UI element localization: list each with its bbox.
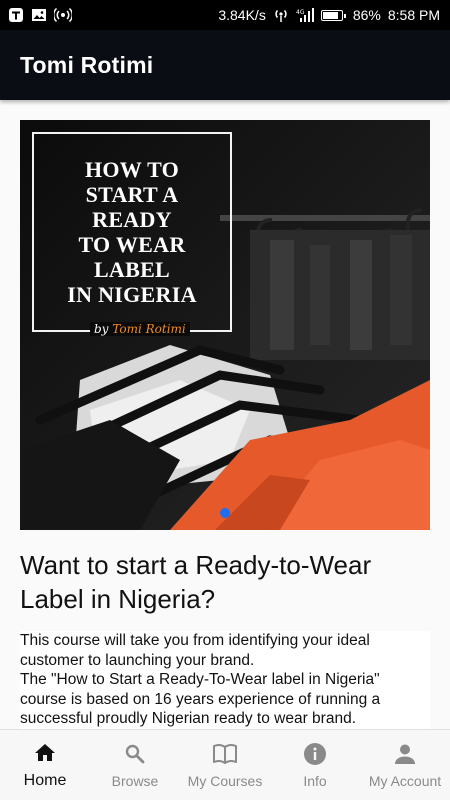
clock: 8:58 PM [387,7,440,23]
bottom-navigation: Home Browse My Courses Info My Account [0,729,450,800]
carousel-indicator-dot[interactable] [220,508,230,518]
image-title-line: TO WEAR [78,232,186,257]
nav-my-courses[interactable]: My Courses [180,730,270,800]
nav-my-account[interactable]: My Account [360,730,450,800]
status-left [8,7,72,23]
nav-info[interactable]: Info [270,730,360,800]
image-byline: by Tomi Rotimi [90,322,190,336]
signal-icon: 4G [296,7,314,23]
image-title-line: START A [85,182,179,207]
search-icon [122,741,148,767]
status-bar: 3.84K/s 4G 86% 8:58 PM [0,0,450,30]
course-title-frame: HOW TO START A READY TO WEAR LABEL IN NI… [32,132,232,332]
image-title-line: HOW TO [84,157,180,182]
course-image-carousel[interactable]: HOW TO START A READY TO WEAR LABEL IN NI… [20,120,430,530]
nav-home-label: Home [23,772,67,789]
image-title-line: IN NIGERIA [67,282,197,307]
network-speed: 3.84K/s [218,7,266,23]
course-headline: Want to start a Ready-to-Wear Label in N… [20,550,372,614]
app-bar: Tomi Rotimi [0,30,450,100]
app-title: Tomi Rotimi [20,51,154,78]
app-notification-icon [8,7,24,23]
course-description: This course will take you from identifyi… [20,631,430,729]
byline-name: Tomi Rotimi [112,322,186,336]
hotspot-icon [54,7,72,23]
nav-my-courses-label: My Courses [187,773,263,789]
image-title-line: READY [92,207,172,232]
wifi-hotspot-icon [273,7,289,23]
main-content[interactable]: HOW TO START A READY TO WEAR LABEL IN NI… [0,100,450,729]
nav-info-label: Info [303,773,327,789]
description-paragraph: This course will take you from identifyi… [20,632,370,669]
nav-browse-label: Browse [111,773,159,789]
battery-percent: 86% [352,7,381,23]
byline-prefix: by [94,322,109,336]
nav-home[interactable]: Home [0,730,90,800]
image-title-line: LABEL [93,257,171,282]
home-icon [32,740,58,766]
svg-text:4G: 4G [296,9,305,16]
book-icon [212,741,238,767]
person-icon [392,741,418,767]
status-right: 3.84K/s 4G 86% 8:58 PM [218,7,440,23]
description-paragraph: The "How to Start a Ready-To-Wear label … [20,671,381,727]
image-icon [31,7,47,23]
battery-icon [320,9,346,21]
nav-browse[interactable]: Browse [90,730,180,800]
nav-my-account-label: My Account [368,773,442,789]
info-icon [302,741,328,767]
